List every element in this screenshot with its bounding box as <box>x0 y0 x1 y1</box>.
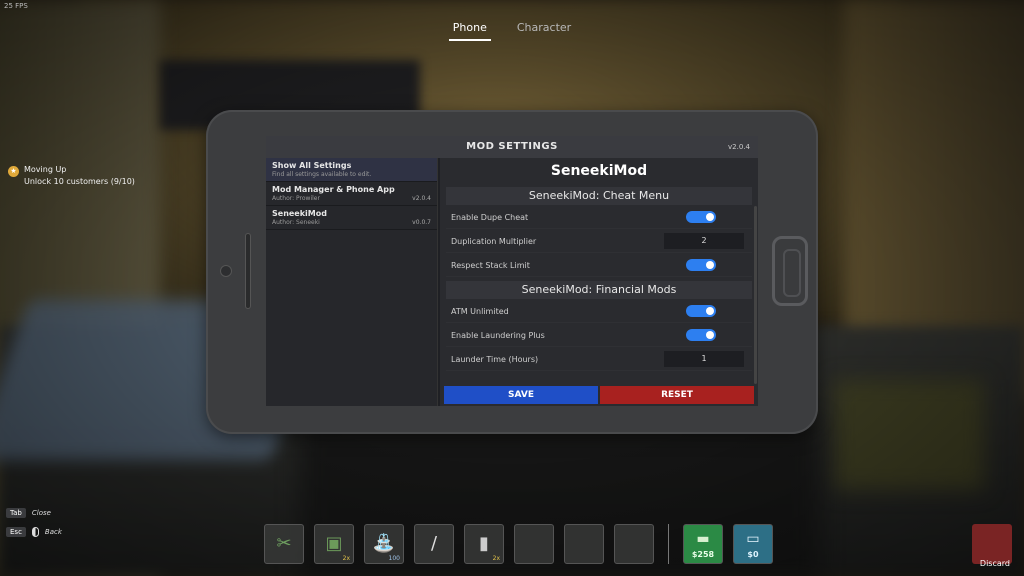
setting-label: Respect Stack Limit <box>451 261 530 270</box>
phone-speaker <box>245 233 251 309</box>
app-header: MOD SETTINGS v2.0.4 <box>266 136 758 158</box>
esc-key-icon: Esc <box>6 527 26 537</box>
discard-slot[interactable] <box>972 524 1012 564</box>
setting-row: Enable Dupe Cheat <box>446 205 752 229</box>
app-version: v2.0.4 <box>728 143 750 151</box>
hint-label: Back <box>44 528 62 536</box>
quest-title: Moving Up <box>24 165 67 174</box>
mod-list: Show All Settings Find all settings avai… <box>266 158 438 406</box>
setting-row: Launder Time (Hours) 1 <box>446 347 752 371</box>
card-slot[interactable]: ▭ $0 <box>733 524 773 564</box>
phone-screen: MOD SETTINGS v2.0.4 Show All Settings Fi… <box>266 136 758 406</box>
tab-phone[interactable]: Phone <box>448 21 491 41</box>
hint-label: Close <box>31 509 51 517</box>
phone-camera <box>220 265 232 277</box>
pen-icon: / <box>430 533 438 554</box>
setting-label: Duplication Multiplier <box>451 237 537 246</box>
settings-scrollbar[interactable] <box>754 206 757 384</box>
watering-can-icon: ⛲ <box>372 533 396 554</box>
phone-home-button[interactable] <box>772 236 808 306</box>
cash-amount: $258 <box>691 550 715 559</box>
hotbar-slot-5[interactable]: ▮ 2x <box>464 524 504 564</box>
setting-row: ATM Unlimited <box>446 299 752 323</box>
discard-label: Discard <box>979 559 1010 568</box>
setting-label: Launder Time (Hours) <box>451 355 539 364</box>
mod-version: v2.0.4 <box>412 195 431 202</box>
mod-version: v0.0.7 <box>412 219 431 226</box>
setting-row: Respect Stack Limit <box>446 253 752 277</box>
hotbar-slot-3[interactable]: ⛲ 100 <box>364 524 404 564</box>
save-button[interactable]: SAVE <box>444 386 598 404</box>
enable-dupe-cheat-toggle[interactable] <box>686 211 716 223</box>
app-title: MOD SETTINGS <box>466 141 558 152</box>
enable-laundering-plus-toggle[interactable] <box>686 329 716 341</box>
hotbar-slot-2[interactable]: ▣ 2x <box>314 524 354 564</box>
mod-list-item-show-all[interactable]: Show All Settings Find all settings avai… <box>266 158 437 182</box>
mod-name: Mod Manager & Phone App <box>272 185 395 194</box>
setting-label: Enable Laundering Plus <box>451 331 545 340</box>
hotbar-divider <box>668 524 669 564</box>
tab-character[interactable]: Character <box>513 21 575 41</box>
hotbar-slot-7[interactable] <box>564 524 604 564</box>
mod-name: SeneekiMod <box>272 209 327 218</box>
duplication-multiplier-input[interactable]: 2 <box>664 233 744 249</box>
fps-counter: 25 FPS <box>4 2 28 10</box>
hotbar-slot-6[interactable] <box>514 524 554 564</box>
section-header-cheat-menu: SeneekiMod: Cheat Menu <box>446 187 752 205</box>
launder-time-input[interactable]: 1 <box>664 351 744 367</box>
star-icon: ★ <box>8 166 19 177</box>
hint-close: Tab Close <box>6 508 51 518</box>
settings-mod-title: SeneekiMod <box>550 163 648 179</box>
seed-packet-icon: ▮ <box>479 533 489 554</box>
reset-button[interactable]: RESET <box>600 386 754 404</box>
item-quantity: 2x <box>492 555 500 562</box>
card-balance: $0 <box>747 550 759 559</box>
mod-list-item-seneekimod[interactable]: SeneekiMod Author: Seneeki v0.0.7 <box>266 206 437 230</box>
hotbar: ✂ ▣ 2x ⛲ 100 / ▮ 2x ▬ $258 ▭ $0 <box>264 524 773 564</box>
phone-device: MOD SETTINGS v2.0.4 Show All Settings Fi… <box>206 110 818 434</box>
mouse-icon <box>31 527 39 537</box>
respect-stack-limit-toggle[interactable] <box>686 259 716 271</box>
setting-label: ATM Unlimited <box>451 307 509 316</box>
hint-back: Esc Back <box>6 527 62 537</box>
top-tabs: Phone Character <box>0 21 1024 41</box>
section-header-financial-mods: SeneekiMod: Financial Mods <box>446 281 752 299</box>
card-icon: ▭ <box>746 531 760 547</box>
hotbar-slot-4[interactable]: / <box>414 524 454 564</box>
settings-panel: SeneekiMod SeneekiMod: Cheat Menu Enable… <box>440 158 758 406</box>
mod-author: Author: Prowiler <box>272 195 320 202</box>
hotbar-slot-8[interactable] <box>614 524 654 564</box>
item-quantity: 2x <box>342 555 350 562</box>
mod-author: Author: Seneeki <box>272 219 320 226</box>
cash-icon: ▬ <box>696 531 710 547</box>
action-buttons: SAVE RESET <box>444 386 754 404</box>
item-quantity: 100 <box>388 555 400 562</box>
tab-key-icon: Tab <box>6 508 26 518</box>
trimmers-icon: ✂ <box>276 533 292 554</box>
setting-label: Enable Dupe Cheat <box>451 213 529 222</box>
mod-list-item-mod-manager[interactable]: Mod Manager & Phone App Author: Prowiler… <box>266 182 437 206</box>
hotbar-slot-1[interactable]: ✂ <box>264 524 304 564</box>
atm-unlimited-toggle[interactable] <box>686 305 716 317</box>
mod-desc: Find all settings available to edit. <box>272 171 372 178</box>
mod-name: Show All Settings <box>272 161 352 170</box>
setting-row: Duplication Multiplier 2 <box>446 229 752 253</box>
setting-row: Enable Laundering Plus <box>446 323 752 347</box>
quest-objective: Unlock 10 customers (9/10) <box>24 177 135 186</box>
cash-slot[interactable]: ▬ $258 <box>683 524 723 564</box>
soil-bag-icon: ▣ <box>325 533 343 554</box>
